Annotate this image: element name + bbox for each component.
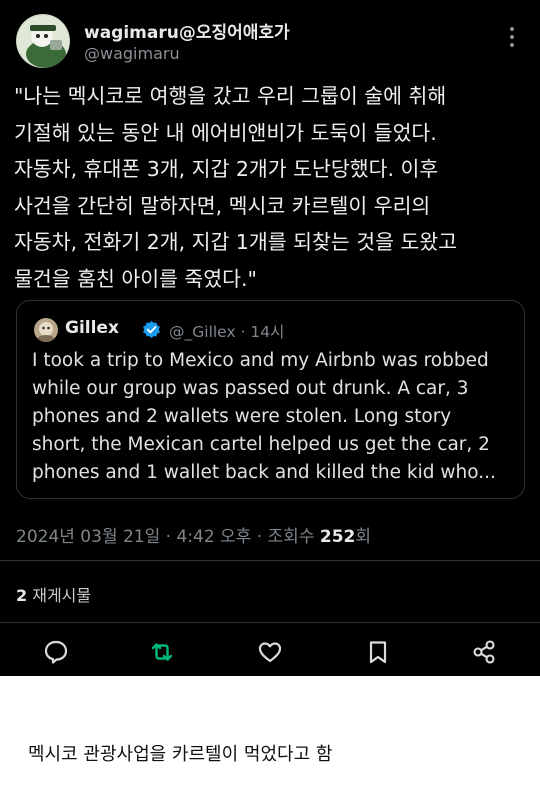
tweet-body: "나는 멕시코로 여행을 갔고 우리 그룹이 술에 취해 기절해 있는 동안 내… xyxy=(14,78,529,297)
repost-label: 재게시물 xyxy=(27,586,92,605)
timestamp-row: 2024년 03월 21일 · 4:42 오후 · 조회수 252회 xyxy=(16,522,371,547)
avatar[interactable] xyxy=(16,14,70,68)
share-icon[interactable] xyxy=(470,638,498,666)
divider xyxy=(0,622,540,623)
like-icon[interactable] xyxy=(256,638,284,666)
verified-badge-icon xyxy=(143,320,160,339)
tweet-card: wagimaru@오징어애호가 @wagimaru "나는 멕시코로 여행을 갔… xyxy=(0,0,540,676)
caption-text: 멕시코 관광사업을 카르텔이 먹었다고 함 xyxy=(28,744,333,765)
tweet-body-line: 물건을 훔친 아이를 죽였다." xyxy=(14,266,257,291)
tweet-body-line: 사건을 간단히 말하자면, 멕시코 카르텔이 우리의 xyxy=(14,193,431,218)
quoted-tweet-body: I took a trip to Mexico and my Airbnb wa… xyxy=(32,347,522,487)
quoted-body-line: short, the Mexican cartel helped us get … xyxy=(32,434,490,455)
quoted-avatar[interactable] xyxy=(34,318,58,342)
tweet-body-line: 자동차, 전화기 2개, 지갑 1개를 되찾는 것을 도왔고 xyxy=(14,230,458,254)
quoted-body-line: phones and 2 wallets were stolen. Long s… xyxy=(32,406,452,427)
repost-count: 2 xyxy=(16,586,28,605)
bookmark-icon[interactable] xyxy=(364,638,392,666)
tweet-body-line: 자동차, 휴대폰 3개, 지갑 2개가 도난당했다. 이후 xyxy=(14,157,439,181)
more-vertical-icon[interactable] xyxy=(505,24,519,50)
display-name[interactable]: wagimaru@오징어애호가 xyxy=(84,18,290,43)
timestamp[interactable]: 2024년 03월 21일 · 4:42 오후 · 조회수 xyxy=(16,527,320,547)
tweet-body-line: 기절해 있는 동안 내 에어비앤비가 도둑이 들었다. xyxy=(14,120,437,145)
user-handle[interactable]: @wagimaru xyxy=(84,44,180,63)
reply-icon[interactable] xyxy=(42,638,70,666)
quoted-body-line: phones and 1 wallet back and killed the … xyxy=(32,462,496,483)
quoted-tweet[interactable]: Gillex @_Gillex · 14시 I took a trip to M… xyxy=(16,300,525,499)
quoted-handle-time: @_Gillex · 14시 xyxy=(169,323,285,341)
quoted-body-line: while our group was passed out drunk. A … xyxy=(32,378,469,399)
reposts-row[interactable]: 2 재게시물 xyxy=(16,582,91,606)
tweet-body-line: "나는 멕시코로 여행을 갔고 우리 그룹이 술에 취해 xyxy=(14,84,447,108)
view-count-suffix: 회 xyxy=(355,527,372,547)
view-count: 252 xyxy=(319,527,356,547)
quoted-display-name[interactable]: Gillex xyxy=(65,318,119,338)
divider xyxy=(0,560,540,561)
quoted-body-line: I took a trip to Mexico and my Airbnb wa… xyxy=(32,350,489,371)
repost-icon[interactable] xyxy=(148,638,176,666)
